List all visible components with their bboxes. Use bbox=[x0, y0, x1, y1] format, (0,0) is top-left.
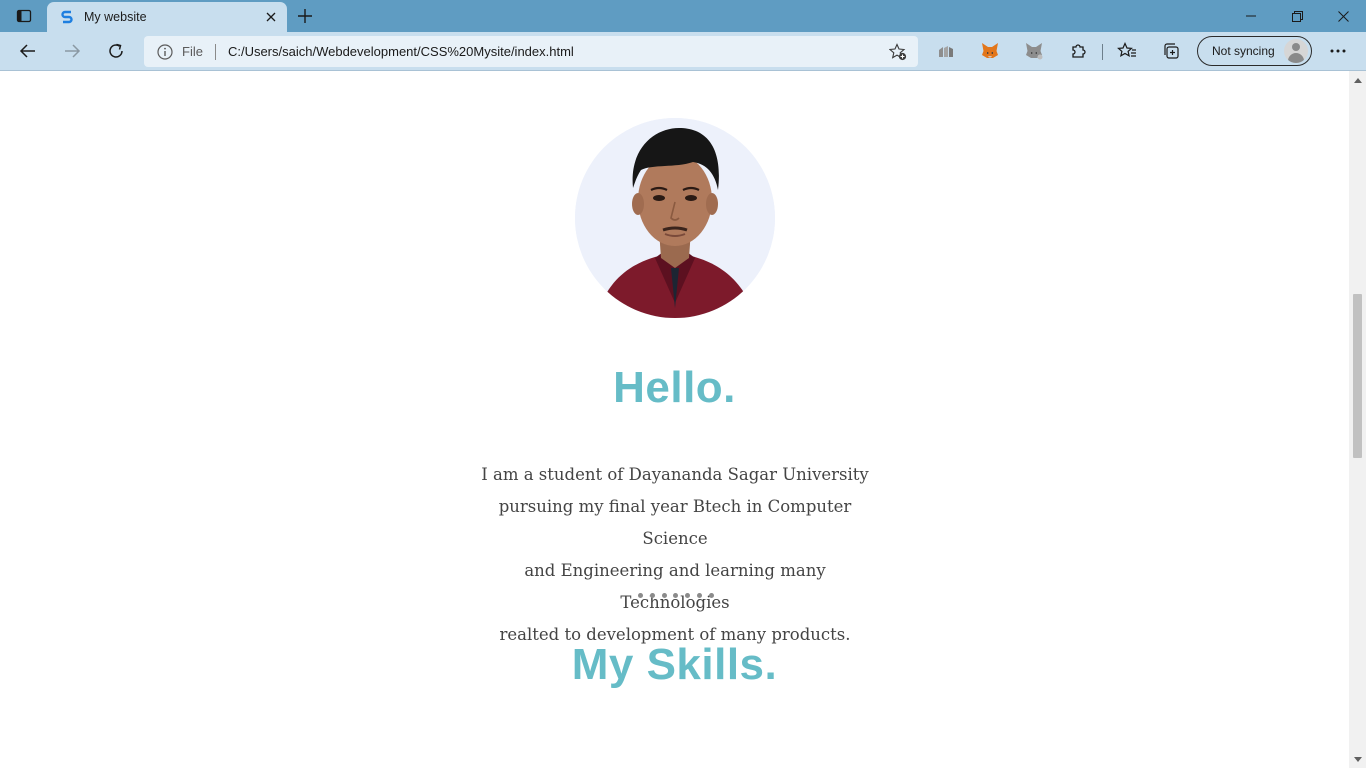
divider-dot bbox=[638, 593, 643, 598]
close-icon bbox=[1337, 10, 1349, 22]
extensions-button[interactable] bbox=[1066, 39, 1090, 63]
hello-heading: Hello. bbox=[613, 363, 736, 412]
url-text[interactable]: C:/Users/saich/Webdevelopment/CSS%20Mysi… bbox=[228, 44, 886, 59]
tab-close-button[interactable] bbox=[259, 5, 283, 29]
minimize-button[interactable] bbox=[1228, 0, 1274, 32]
tab-actions-icon bbox=[16, 9, 32, 23]
favorites-button[interactable] bbox=[1115, 39, 1139, 63]
more-horizontal-icon bbox=[1330, 49, 1346, 53]
scroll-down-button[interactable] bbox=[1349, 751, 1366, 768]
grey-fox-icon bbox=[1026, 43, 1043, 60]
bio-line: pursuing my final year Btech in Computer… bbox=[498, 497, 852, 548]
back-button[interactable] bbox=[12, 36, 44, 66]
collections-button[interactable] bbox=[1159, 39, 1183, 63]
scroll-up-button[interactable] bbox=[1349, 71, 1366, 88]
profile-photo bbox=[575, 118, 775, 318]
restore-icon bbox=[1291, 10, 1303, 22]
browser-tab[interactable]: My website bbox=[47, 2, 287, 32]
dotted-divider bbox=[638, 593, 714, 599]
bio-line: I am a student of Dayananda Sagar Univer… bbox=[481, 465, 869, 484]
window-close-button[interactable] bbox=[1320, 0, 1366, 32]
star-plus-icon bbox=[889, 42, 907, 60]
avatar-icon bbox=[1284, 39, 1308, 63]
collections-icon bbox=[1164, 43, 1179, 59]
close-icon bbox=[266, 12, 276, 22]
divider-dot bbox=[673, 593, 679, 598]
arrow-right-icon bbox=[65, 44, 81, 58]
tab-title: My website bbox=[84, 10, 147, 24]
minimize-icon bbox=[1246, 15, 1256, 17]
favorites-star-list-icon bbox=[1117, 42, 1136, 57]
chevron-down-icon bbox=[1353, 756, 1362, 762]
metamask-extension-button[interactable] bbox=[978, 39, 1002, 63]
refresh-icon bbox=[109, 43, 123, 58]
url-scheme-label: File bbox=[182, 44, 203, 59]
divider-dot bbox=[649, 593, 655, 598]
s-favicon-icon bbox=[61, 10, 73, 24]
address-divider bbox=[214, 43, 216, 60]
address-bar[interactable]: File C:/Users/saich/Webdevelopment/CSS%2… bbox=[144, 36, 918, 67]
bio-paragraph: I am a student of Dayananda Sagar Univer… bbox=[470, 459, 880, 651]
browser-toolbar: File C:/Users/saich/Webdevelopment/CSS%2… bbox=[0, 32, 1366, 71]
forward-button[interactable] bbox=[56, 36, 88, 66]
extension-chart-icon bbox=[939, 46, 953, 57]
add-favorite-button[interactable] bbox=[886, 40, 910, 64]
puzzle-extensions-icon bbox=[1072, 44, 1086, 58]
vertical-scrollbar[interactable] bbox=[1349, 71, 1366, 768]
divider-dot bbox=[708, 593, 714, 598]
bio-line: and Engineering and learning many Techno… bbox=[524, 561, 826, 612]
restore-button[interactable] bbox=[1274, 0, 1320, 32]
title-bar: My website bbox=[0, 0, 1366, 32]
grey-fox-extension-button[interactable] bbox=[1022, 39, 1046, 63]
new-tab-button[interactable] bbox=[292, 4, 318, 28]
metamask-fox-icon bbox=[982, 43, 998, 58]
extension-chart-button[interactable] bbox=[934, 39, 958, 63]
profile-sync-button[interactable]: Not syncing bbox=[1197, 36, 1312, 66]
arrow-left-icon bbox=[19, 44, 35, 58]
divider-dot bbox=[685, 593, 691, 598]
sync-status-label: Not syncing bbox=[1212, 44, 1275, 58]
divider-dot bbox=[697, 593, 703, 598]
chevron-up-icon bbox=[1353, 77, 1362, 83]
scroll-thumb[interactable] bbox=[1353, 294, 1362, 458]
refresh-button[interactable] bbox=[100, 36, 132, 66]
profile-portrait-image bbox=[575, 118, 775, 318]
skills-heading: My Skills. bbox=[571, 640, 778, 689]
toolbar-divider bbox=[1102, 44, 1103, 60]
info-icon[interactable] bbox=[156, 43, 174, 61]
plus-icon bbox=[298, 9, 312, 23]
divider-dot bbox=[661, 593, 667, 598]
tab-actions-button[interactable] bbox=[8, 4, 40, 28]
settings-more-button[interactable] bbox=[1326, 39, 1350, 63]
